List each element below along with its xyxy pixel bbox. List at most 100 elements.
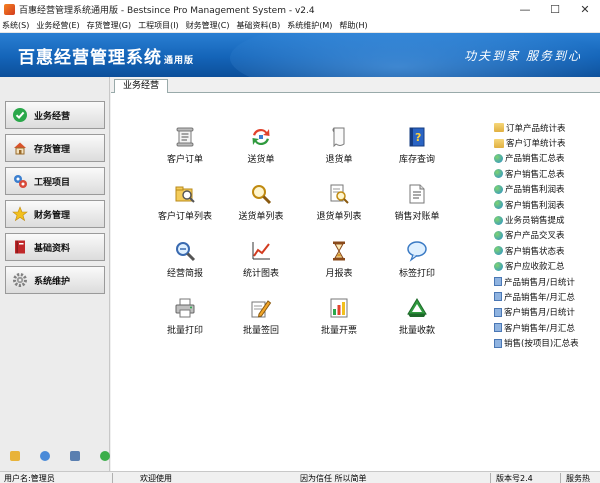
menu-finance[interactable]: 财务管理(C) (186, 20, 230, 31)
report-product-sales-summary[interactable]: 产品销售汇总表 (494, 151, 600, 166)
report-label: 订单产品统计表 (506, 123, 566, 134)
menu-maintenance[interactable]: 系统维护(M) (287, 20, 332, 31)
report-label: 客户订单统计表 (506, 139, 566, 150)
func-label: 经营简报 (166, 269, 203, 279)
status-service: 服务热 (566, 474, 590, 483)
globe-icon (494, 230, 503, 240)
report-order-product-stats[interactable]: 订单产品统计表 (494, 120, 600, 135)
report-customer-product-cross[interactable]: 客户产品交叉表 (494, 228, 600, 243)
func-label: 客户订单列表 (157, 212, 212, 222)
info-icon[interactable] (40, 451, 50, 461)
magnifier-icon (250, 183, 272, 205)
status-divider (490, 473, 491, 483)
menu-system[interactable]: 系统(S) (2, 20, 29, 31)
func-return-list[interactable]: 退货单列表 (303, 183, 375, 222)
report-customer-sales-status[interactable]: 客户销售状态表 (494, 243, 600, 258)
func-label: 退货单列表 (316, 212, 362, 222)
func-delivery-list[interactable]: 送货单列表 (225, 183, 297, 222)
func-sales-statement[interactable]: 销售对账单 (381, 183, 453, 222)
menu-inventory[interactable]: 存货管理(G) (87, 20, 131, 31)
menu-help[interactable]: 帮助(H) (339, 20, 367, 31)
search-folder-icon (174, 183, 196, 205)
globe-icon (494, 184, 503, 194)
report-customer-sales-summary[interactable]: 客户销售汇总表 (494, 166, 600, 181)
globe-icon (494, 246, 503, 256)
minimize-button[interactable]: — (510, 0, 540, 18)
book-icon (12, 239, 28, 255)
doc-icon (494, 307, 502, 317)
func-batch-invoice[interactable]: 批量开票 (303, 297, 375, 336)
func-statistics-chart[interactable]: 统计图表 (225, 240, 297, 279)
report-label: 客户产品交叉表 (505, 231, 565, 242)
menu-project[interactable]: 工程项目(I) (138, 20, 179, 31)
func-label: 标签打印 (398, 269, 435, 279)
func-label: 送货单列表 (238, 212, 284, 222)
func-business-brief[interactable]: 经营简报 (149, 240, 221, 279)
nav-basic-data[interactable]: 基础资料 (5, 233, 105, 261)
nav-label: 财务管理 (34, 210, 71, 221)
line-chart-icon (250, 240, 272, 262)
refresh-icon[interactable] (100, 451, 110, 461)
app-icon (4, 3, 15, 15)
monitor-icon[interactable] (70, 451, 80, 461)
func-delivery-note[interactable]: 送货单 (225, 126, 297, 165)
nav-project[interactable]: 工程项目 (5, 167, 105, 195)
report-label: 产品销售月/日统计 (504, 277, 575, 288)
document-icon (406, 183, 428, 205)
app-banner: 百惠经营管理系统 通用版 功夫到家 服务到心 (0, 33, 600, 77)
status-user: 用户名:管理员 (4, 474, 55, 483)
globe-icon (494, 200, 503, 210)
doc-icon (494, 277, 502, 287)
menu-bar: 系统(S) 业务经营(E) 存货管理(G) 工程项目(I) 财务管理(C) 基础… (0, 18, 600, 33)
func-customer-order[interactable]: 客户订单 (149, 126, 221, 165)
report-customer-sales-yearly-monthly[interactable]: 客户销售年/月汇总 (494, 320, 600, 335)
nav-label: 工程项目 (34, 177, 71, 188)
report-label: 客户销售状态表 (505, 246, 565, 257)
globe-icon (494, 169, 503, 179)
folder-icon (494, 138, 504, 148)
func-return-note[interactable]: 退货单 (303, 126, 375, 165)
report-label: 销售(按项目)汇总表 (504, 339, 579, 350)
zoom-icon (174, 240, 196, 262)
func-stock-query[interactable]: ? 库存查询 (381, 126, 453, 165)
notes-icon[interactable] (10, 451, 20, 461)
func-customer-order-list[interactable]: 客户订单列表 (149, 183, 221, 222)
report-customer-receivables[interactable]: 客户应收款汇总 (494, 259, 600, 274)
report-label: 客户销售年/月汇总 (504, 323, 575, 334)
report-salesperson-commission[interactable]: 业务员销售提成 (494, 212, 600, 227)
report-product-sales-yearly-monthly[interactable]: 产品销售年/月汇总 (494, 289, 600, 304)
recycle-icon (406, 297, 428, 319)
report-customer-sales-profit[interactable]: 客户销售利润表 (494, 197, 600, 212)
report-customer-order-stats[interactable]: 客户订单统计表 (494, 135, 600, 150)
func-monthly-report[interactable]: 月报表 (303, 240, 375, 279)
nav-label: 系统维护 (34, 276, 71, 287)
close-button[interactable]: ✕ (570, 0, 600, 18)
nav-business[interactable]: 业务经营 (5, 101, 105, 129)
maximize-button[interactable]: ☐ (540, 0, 570, 18)
report-label: 客户销售汇总表 (505, 169, 565, 180)
report-sales-by-project[interactable]: 销售(按项目)汇总表 (494, 335, 600, 350)
house-icon (12, 140, 28, 156)
nav-finance[interactable]: 财务管理 (5, 200, 105, 228)
func-label: 批量签回 (242, 326, 279, 336)
nav-maintenance[interactable]: 系统维护 (5, 266, 105, 294)
scroll-icon (174, 126, 196, 148)
func-batch-print[interactable]: 批量打印 (149, 297, 221, 336)
report-product-sales-monthly-daily[interactable]: 产品销售月/日统计 (494, 274, 600, 289)
func-label-print[interactable]: 标签打印 (381, 240, 453, 279)
func-label: 客户订单 (166, 155, 203, 165)
func-label: 送货单 (247, 155, 275, 165)
report-product-sales-profit[interactable]: 产品销售利润表 (494, 182, 600, 197)
title-bar: 百惠经营管理系统通用版 - Bestsince Pro Management S… (0, 0, 600, 18)
status-motto: 因为信任 所以简单 (300, 474, 367, 483)
menu-business[interactable]: 业务经营(E) (36, 20, 79, 31)
menu-basic-data[interactable]: 基础资料(B) (237, 20, 281, 31)
report-customer-sales-monthly-daily[interactable]: 客户销售月/日统计 (494, 305, 600, 320)
check-circle-icon (12, 107, 28, 123)
tab-business[interactable]: 业务经营 (114, 79, 169, 94)
func-batch-signback[interactable]: 批量签回 (225, 297, 297, 336)
nav-inventory[interactable]: 存货管理 (5, 134, 105, 162)
doc-icon (494, 338, 502, 348)
search-doc-icon (328, 183, 350, 205)
func-batch-receipt[interactable]: 批量收款 (381, 297, 453, 336)
